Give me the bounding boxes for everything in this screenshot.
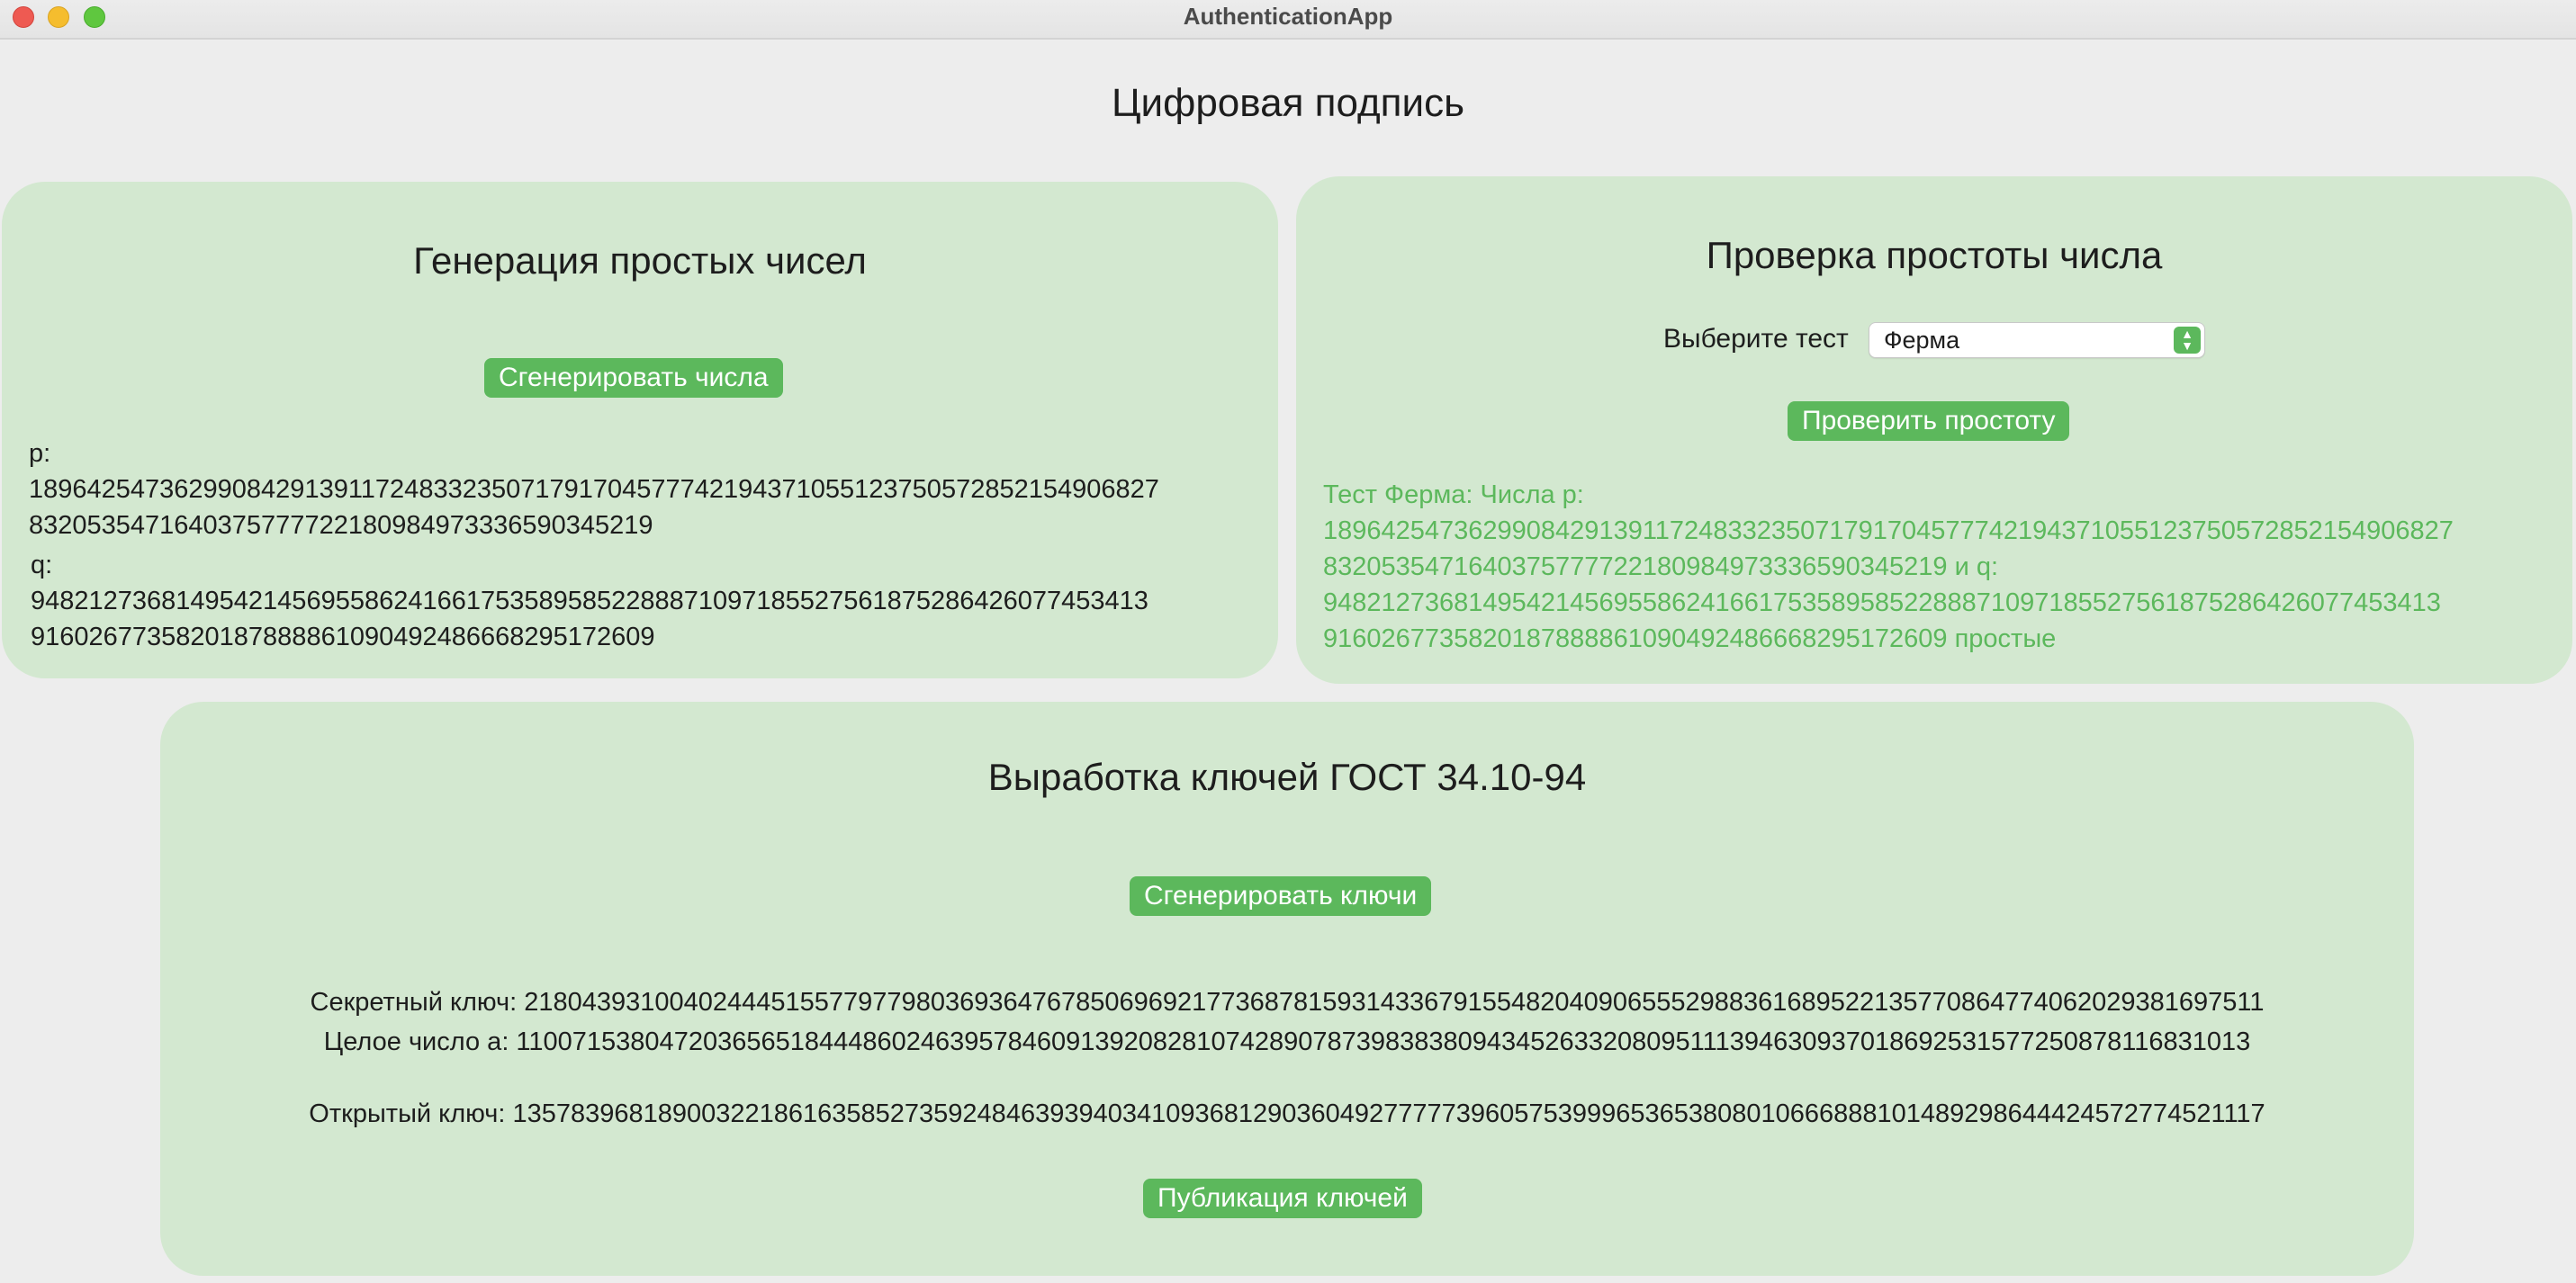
p-label: p:: [29, 439, 51, 468]
result-line: 8320535471640375777722180984973336590345…: [1323, 552, 1999, 581]
test-select-value: Ферма: [1884, 327, 1960, 354]
publish-keys-button[interactable]: Публикация ключей: [1143, 1179, 1422, 1218]
result-line: Тест Ферма: Числа p:: [1323, 480, 1584, 509]
q-value-line: 9482127368149542145695586241661753589585…: [31, 587, 1148, 615]
primality-result-text: Тест Ферма: Числа p: 1896425473629908429…: [1323, 477, 2565, 657]
prime-generation-title: Генерация простых чисел: [413, 239, 867, 282]
q-value-line: 9160267735820187888861090492486668295172…: [31, 623, 655, 651]
app-window: AuthenticationApp Цифровая подпись Генер…: [0, 0, 2576, 1283]
window-title: AuthenticationApp: [1183, 3, 1393, 30]
test-select[interactable]: Ферма ▲ ▼: [1869, 322, 2205, 358]
p-value-line: 8320535471640375777722180984973336590345…: [29, 511, 653, 540]
secret-key-text: Секретный ключ: 218043931004024445155779…: [310, 988, 2265, 1017]
result-line: 9482127368149542145695586241661753589585…: [1323, 588, 2441, 617]
result-line: 1896425473629908429139117248332350717917…: [1323, 516, 2454, 545]
q-value-block: q: 9482127368149542145695586241661753589…: [31, 547, 1273, 655]
p-value-block: p: 1896425473629908429139117248332350717…: [29, 435, 1271, 543]
key-generation-title: Выработка ключей ГОСТ 34.10-94: [987, 756, 1587, 798]
title-bar: AuthenticationApp: [0, 0, 2576, 40]
q-label: q:: [31, 551, 53, 579]
primality-check-panel: Проверка простоты числа Выберите тест Фе…: [1296, 176, 2572, 684]
test-select-label: Выберите тест: [1663, 324, 1849, 354]
generate-numbers-button[interactable]: Сгенерировать числа: [484, 358, 783, 398]
chevron-up-down-icon: ▲ ▼: [2174, 327, 2201, 354]
check-primality-button[interactable]: Проверить простоту: [1788, 401, 2070, 441]
result-line: 9160267735820187888861090492486668295172…: [1323, 624, 2057, 653]
p-value-line: 1896425473629908429139117248332350717917…: [29, 475, 1159, 504]
prime-generation-panel: Генерация простых чисел Сгенерировать чи…: [2, 182, 1278, 678]
page-title: Цифровая подпись: [1111, 81, 1464, 125]
key-generation-panel: Выработка ключей ГОСТ 34.10-94 Сгенериро…: [160, 702, 2414, 1276]
generate-keys-button[interactable]: Сгенерировать ключи: [1130, 876, 1432, 916]
public-key-text: Открытый ключ: 1357839681890032218616358…: [309, 1099, 2265, 1128]
primality-check-title: Проверка простоты числа: [1706, 234, 2163, 276]
integer-a-text: Целое число а: 1100715380472036565184448…: [323, 1027, 2251, 1056]
